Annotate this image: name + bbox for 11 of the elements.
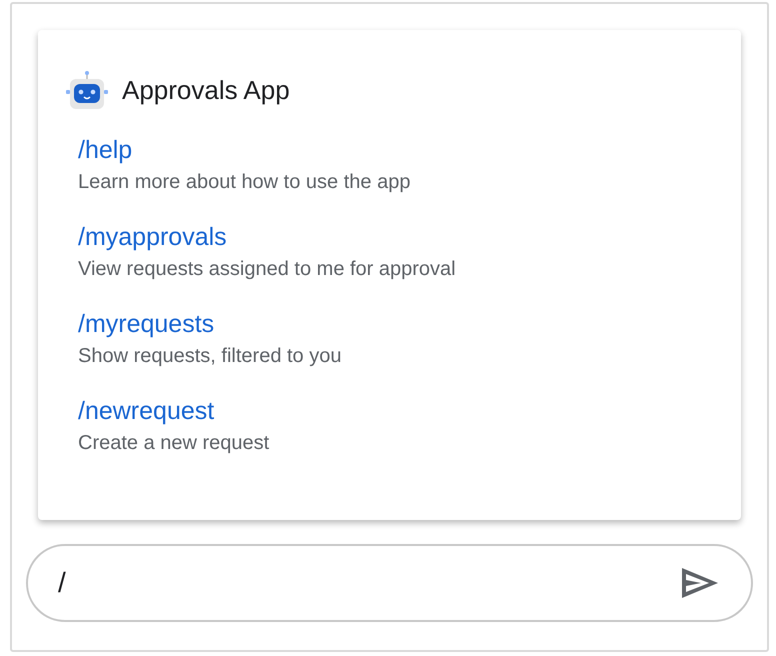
command-link[interactable]: /myapprovals bbox=[78, 221, 227, 253]
command-description: Show requests, filtered to you bbox=[78, 344, 342, 369]
robot-icon bbox=[64, 70, 110, 110]
command-description: Learn more about how to use the app bbox=[78, 170, 412, 195]
command-description: Create a new request bbox=[78, 431, 270, 456]
command-link[interactable]: /help bbox=[78, 134, 132, 166]
command-link[interactable]: /newrequest bbox=[78, 395, 214, 427]
message-field[interactable]: / bbox=[26, 544, 753, 622]
command-description: View requests assigned to me for approval bbox=[78, 257, 457, 282]
command-link[interactable]: /myrequests bbox=[78, 308, 214, 340]
app-name: Approvals App bbox=[122, 74, 290, 106]
